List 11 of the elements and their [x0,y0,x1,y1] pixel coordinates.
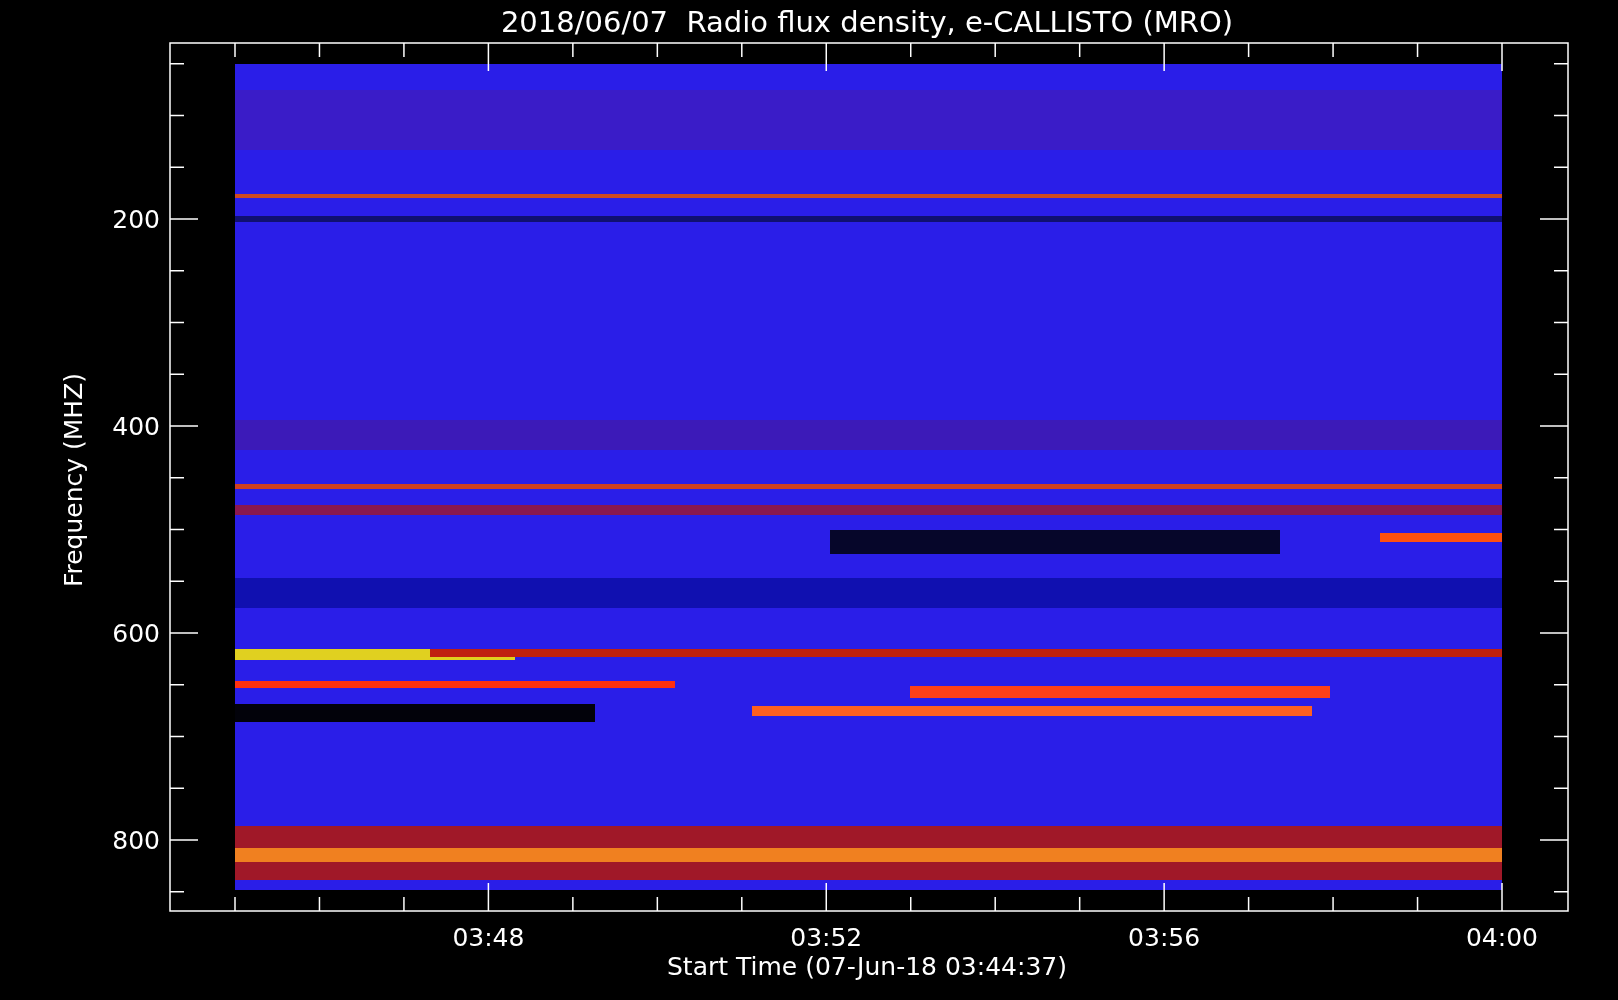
y-tick-label: 800 [112,826,160,855]
x-axis-label: Start Time (07-Jun-18 03:44:37) [667,952,1067,981]
x-tick-label: 04:00 [1466,923,1538,952]
x-tick-label: 03:52 [790,923,863,952]
x-tick-label: 03:48 [452,923,525,952]
chart-title: 2018/06/07 Radio flux density, e-CALLISTO (MRO) [500,5,1234,39]
x-tick-label: 03:56 [1128,923,1201,952]
y-tick-label: 200 [112,205,160,234]
y-axis-label: Frequency (MHZ) [59,372,88,588]
y-tick-label: 400 [112,412,160,441]
y-tick-label: 600 [112,619,160,648]
